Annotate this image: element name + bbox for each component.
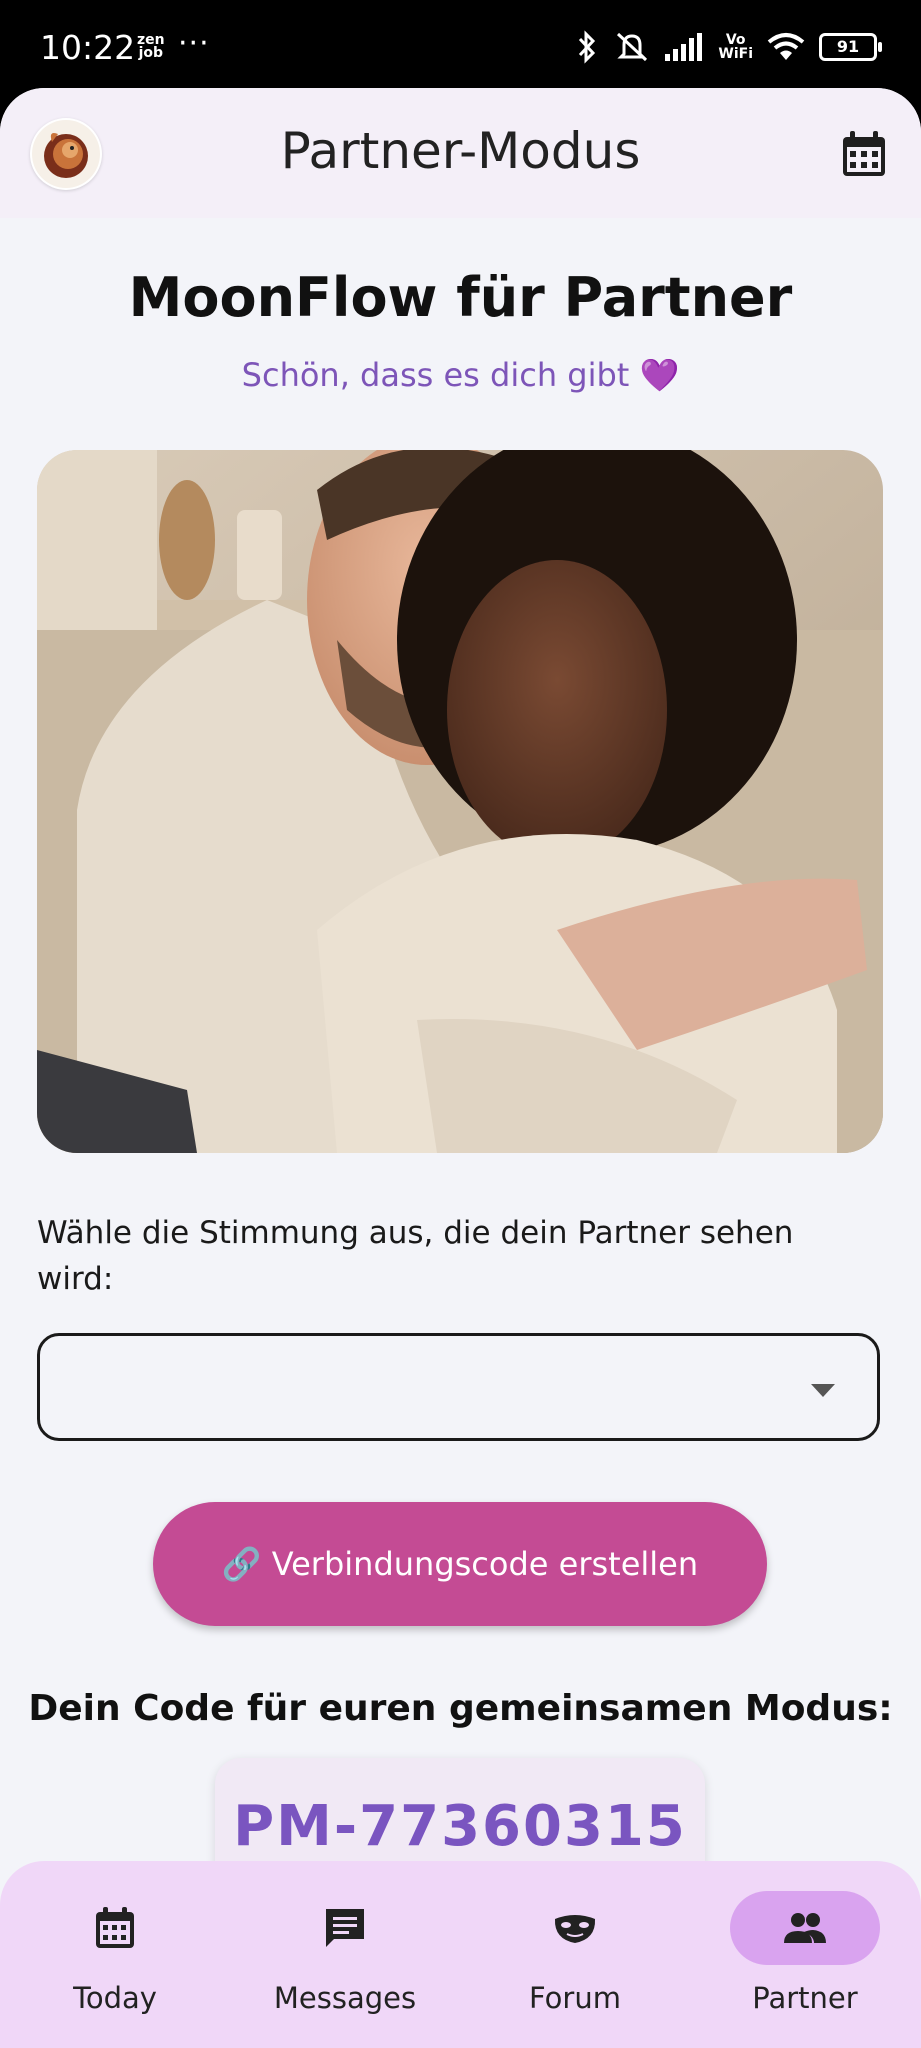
vowifi-icon: Vo WiFi (718, 33, 753, 61)
battery-icon: 91 (819, 33, 882, 61)
mood-prompt-label: Wähle die Stimmung aus, die dein Partner… (37, 1215, 794, 1297)
signal-icon (665, 33, 703, 61)
nav-item-messages[interactable]: Messages (230, 1861, 460, 2048)
page-title: Partner-Modus (280, 122, 641, 180)
link-icon: 🔗 (221, 1545, 262, 1583)
bluetooth-icon (579, 30, 596, 64)
zenjob-bottom-text: job (138, 45, 164, 61)
nav-label-today: Today (73, 1981, 157, 2015)
nav-item-today[interactable]: Today (0, 1861, 230, 2048)
status-time: 10:22 (40, 28, 136, 67)
nav-item-partner[interactable]: Partner (690, 1861, 920, 2048)
nav-label-messages: Messages (273, 1981, 417, 2015)
phone-screen: 10:22 zen job ··· Vo WiFi 91 Partner-Mod… (0, 0, 921, 2048)
app-header: Partner-Modus (0, 88, 921, 218)
status-icons: Vo WiFi 91 (574, 30, 882, 64)
create-button-label: Verbindungscode erstellen (271, 1545, 699, 1583)
hero-image (37, 450, 883, 1153)
message-icon (326, 1909, 364, 1947)
code-heading: Dein Code für euren gemeinsamen Modus: (28, 1688, 893, 1729)
mood-select[interactable] (37, 1333, 880, 1441)
content-title: MoonFlow für Partner (128, 266, 793, 329)
vowifi-wifi: WiFi (718, 46, 753, 62)
mask-icon (554, 1915, 596, 1943)
nav-item-forum[interactable]: Forum (460, 1861, 690, 2048)
calendar-icon (96, 1907, 134, 1948)
mute-icon (617, 32, 648, 62)
calendar-icon (843, 131, 885, 176)
app-surface: Partner-Modus MoonFlow für Partner Schön… (0, 88, 921, 2048)
more-notifications-icon: ··· (178, 26, 210, 61)
dropdown-arrow-icon (811, 1384, 835, 1397)
create-connection-code-button[interactable]: 🔗 Verbindungscode erstellen (153, 1502, 767, 1626)
partner-code: PM-77360315 (233, 1794, 687, 1859)
nav-label-forum: Forum (529, 1981, 621, 2015)
zenjob-notification-icon: zen job (137, 33, 165, 61)
wifi-icon (767, 33, 805, 60)
nav-label-partner: Partner (752, 1981, 858, 2015)
people-icon (784, 1913, 826, 1943)
calendar-button[interactable] (841, 130, 887, 178)
content-subtitle: Schön, dass es dich gibt 💜 (241, 356, 680, 394)
bottom-navigation: Today Messages Forum Partner (0, 1861, 921, 2048)
couple-embracing-photo (37, 450, 883, 1153)
status-bar: 10:22 zen job ··· Vo WiFi 91 (0, 0, 921, 90)
